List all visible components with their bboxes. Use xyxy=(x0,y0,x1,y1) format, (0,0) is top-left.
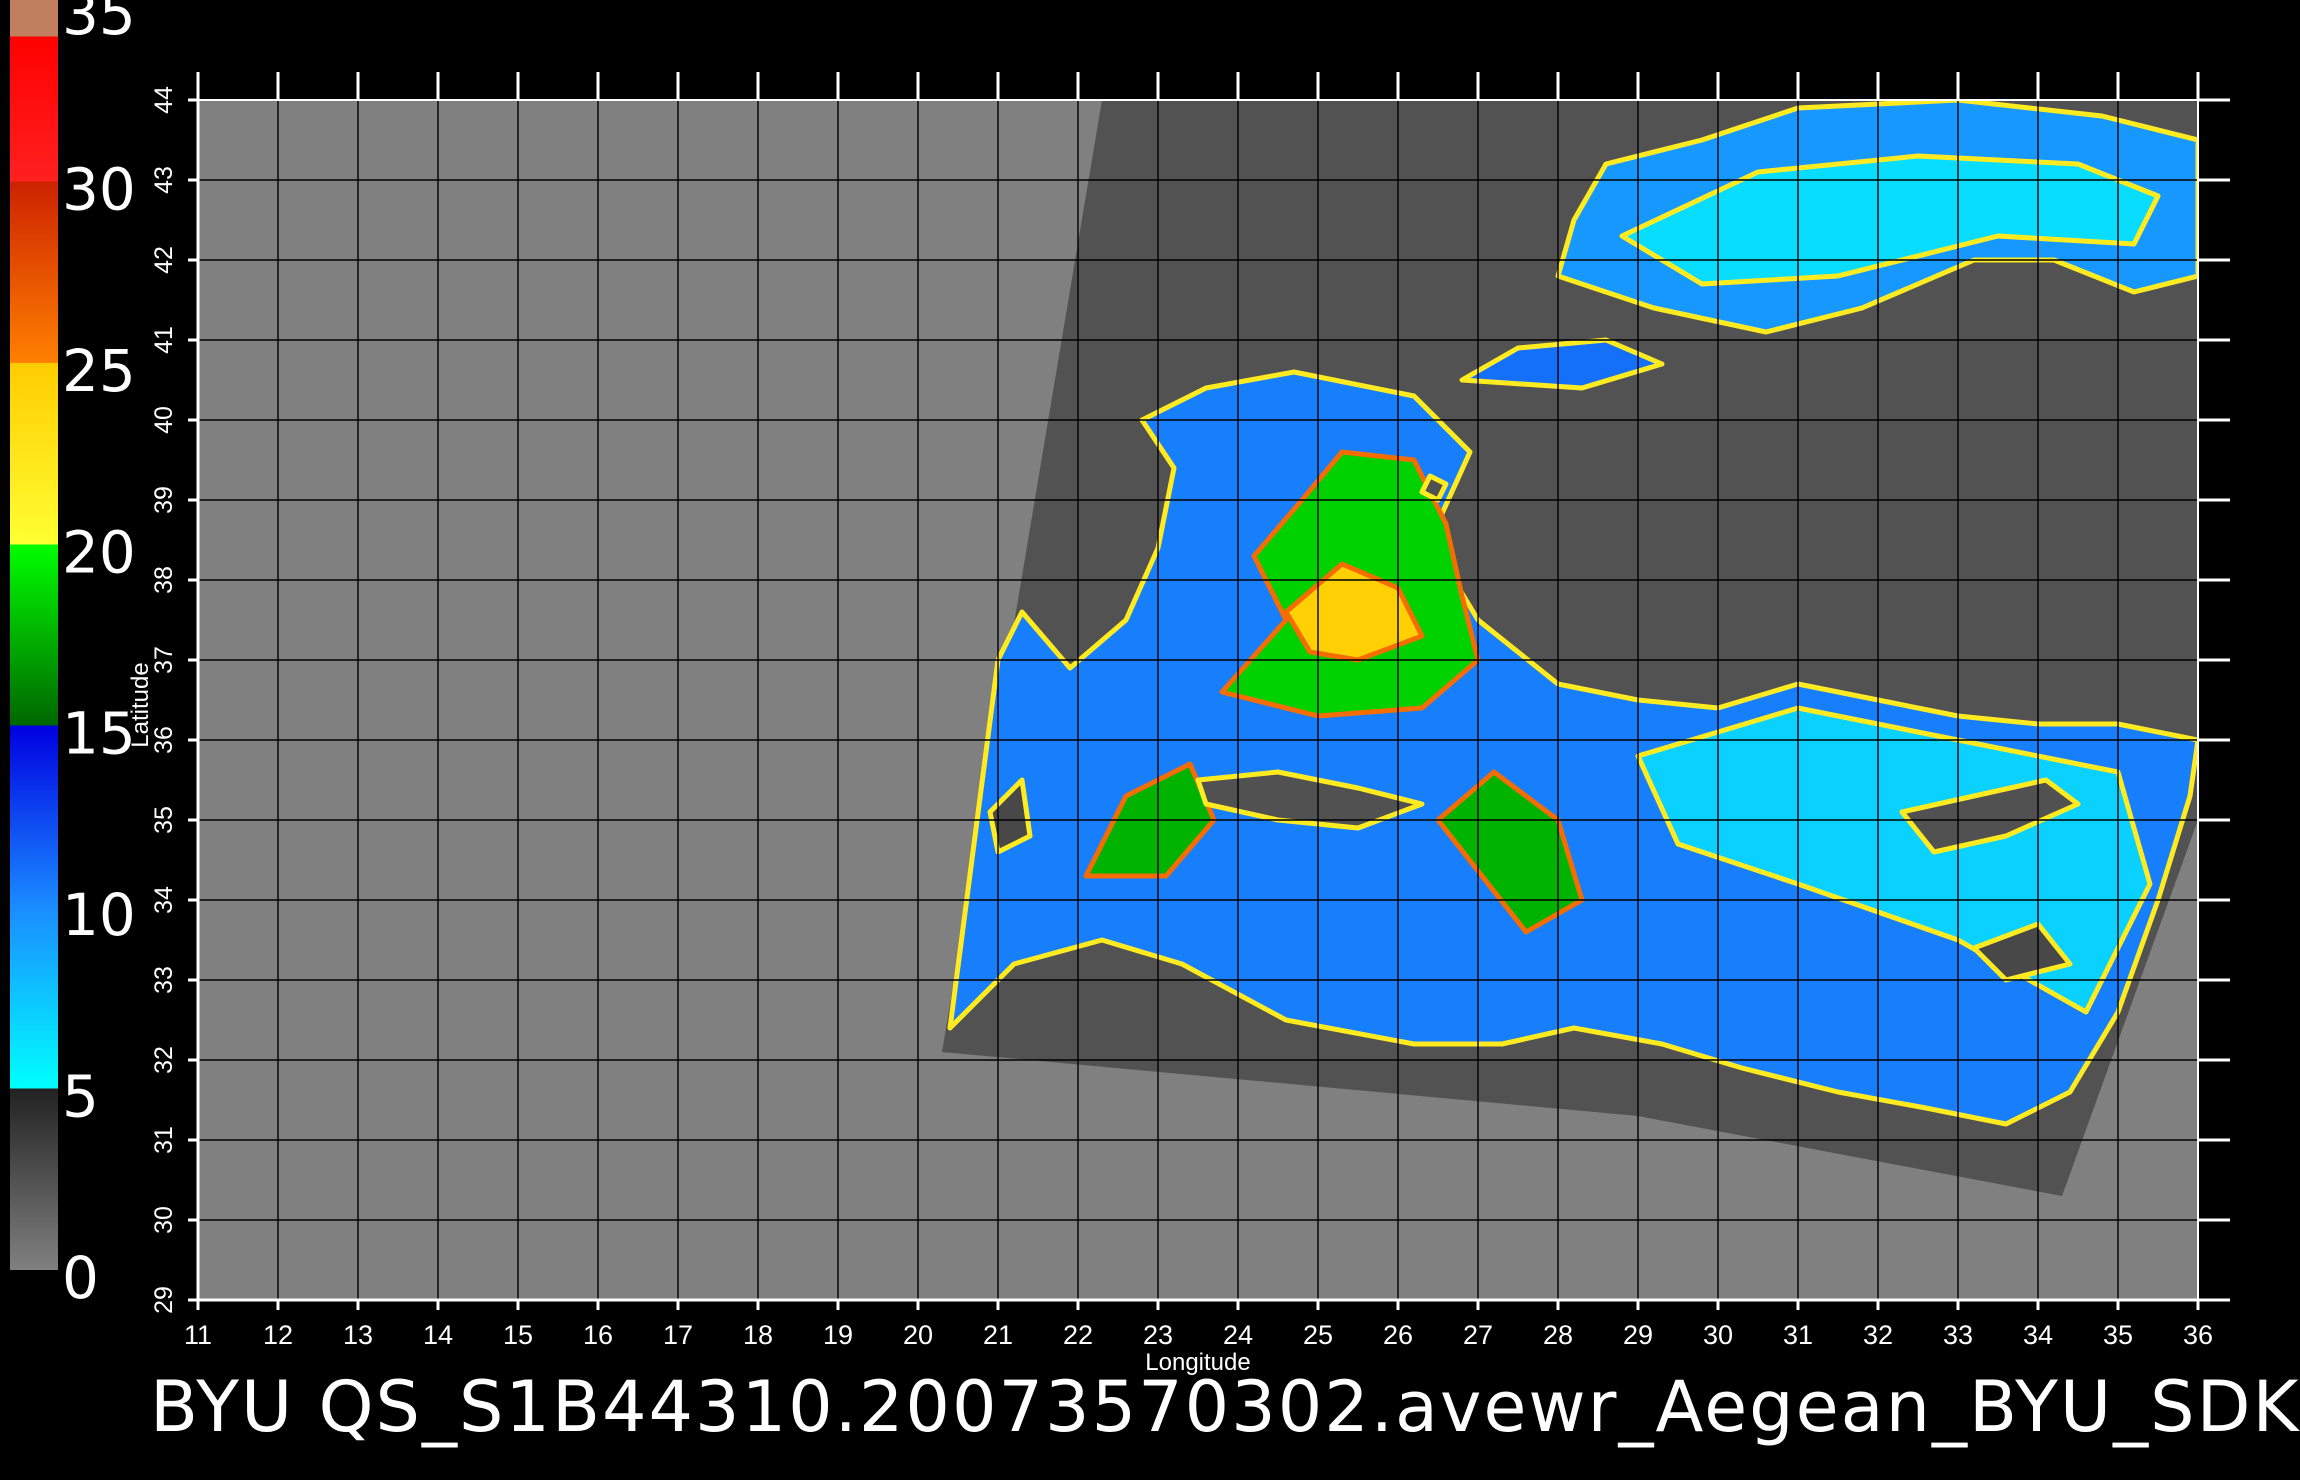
y-tick-label: 41 xyxy=(150,326,178,354)
y-tick-label: 32 xyxy=(150,1046,178,1074)
y-tick-label: 38 xyxy=(150,566,178,594)
x-tick-label: 11 xyxy=(184,1320,212,1350)
y-tick-label: 35 xyxy=(150,806,178,834)
x-tick-label: 25 xyxy=(1303,1320,1333,1350)
x-tick-label: 16 xyxy=(583,1320,613,1350)
x-tick-label: 18 xyxy=(743,1320,773,1350)
y-tick-label: 36 xyxy=(150,726,178,754)
x-tick-label: 23 xyxy=(1143,1320,1173,1350)
y-axis-label: Latitude xyxy=(127,662,154,747)
x-tick-label: 36 xyxy=(2183,1320,2213,1350)
x-tick-label: 22 xyxy=(1063,1320,1093,1350)
y-tick-label: 37 xyxy=(150,646,178,674)
x-tick-label: 19 xyxy=(823,1320,853,1350)
colorbar-tick-label: 25 xyxy=(62,337,136,405)
x-tick-label: 20 xyxy=(903,1320,933,1350)
y-tick-label: 39 xyxy=(150,486,178,514)
x-tick-label: 14 xyxy=(423,1320,453,1350)
x-tick-label: 35 xyxy=(2103,1320,2133,1350)
colorbar-tick-label: 20 xyxy=(62,518,136,586)
chart-caption: BYU QS_S1B44310.20073570302.avewr_Aegean… xyxy=(150,1366,2300,1448)
colorbar-tick-label: 15 xyxy=(62,700,136,768)
x-tick-label: 17 xyxy=(663,1320,693,1350)
x-tick-label: 28 xyxy=(1543,1320,1573,1350)
x-tick-label: 29 xyxy=(1623,1320,1653,1350)
colorbar-tick-label: 0 xyxy=(62,1244,99,1312)
y-tick-label: 29 xyxy=(150,1286,178,1314)
x-tick-label: 30 xyxy=(1703,1320,1733,1350)
x-tick-label: 15 xyxy=(503,1320,533,1350)
y-tick-label: 33 xyxy=(150,966,178,994)
plot-area xyxy=(196,99,2199,1302)
y-tick-label: 31 xyxy=(150,1126,178,1154)
colorbar-tick-label: 10 xyxy=(62,881,136,949)
x-tick-label: 26 xyxy=(1383,1320,1413,1350)
colorbar-tick-label: 5 xyxy=(62,1063,99,1131)
wind-speed-map: 0 5 10 15 20 25 30 35 11 12 13 14 15 16 17 18 19 20 21 22 2… xyxy=(10,0,2230,1376)
colorbar-tick-label: 30 xyxy=(62,155,136,223)
y-tick-label: 30 xyxy=(150,1206,178,1234)
x-tick-label: 32 xyxy=(1863,1320,1893,1350)
y-tick-label: 34 xyxy=(150,886,178,914)
y-tick-label: 42 xyxy=(150,246,178,274)
x-tick-label: 33 xyxy=(1943,1320,1973,1350)
x-tick-label: 34 xyxy=(2023,1320,2053,1350)
x-tick-label: 13 xyxy=(343,1320,373,1350)
region-lesbos xyxy=(1419,473,1449,503)
x-tick-label: 31 xyxy=(1783,1320,1813,1350)
colorbar: 0 5 10 15 20 25 30 35 xyxy=(10,0,136,1312)
x-tick-label: 21 xyxy=(983,1320,1013,1350)
x-tick-label: 27 xyxy=(1463,1320,1493,1350)
y-tick-label: 43 xyxy=(150,166,178,194)
y-tick-label: 40 xyxy=(150,406,178,434)
x-tick-label: 24 xyxy=(1223,1320,1253,1350)
colorbar-gradient xyxy=(10,0,58,1270)
y-tick-label: 44 xyxy=(150,86,178,114)
x-tick-label: 12 xyxy=(263,1320,293,1350)
colorbar-tick-label: 35 xyxy=(62,0,136,48)
